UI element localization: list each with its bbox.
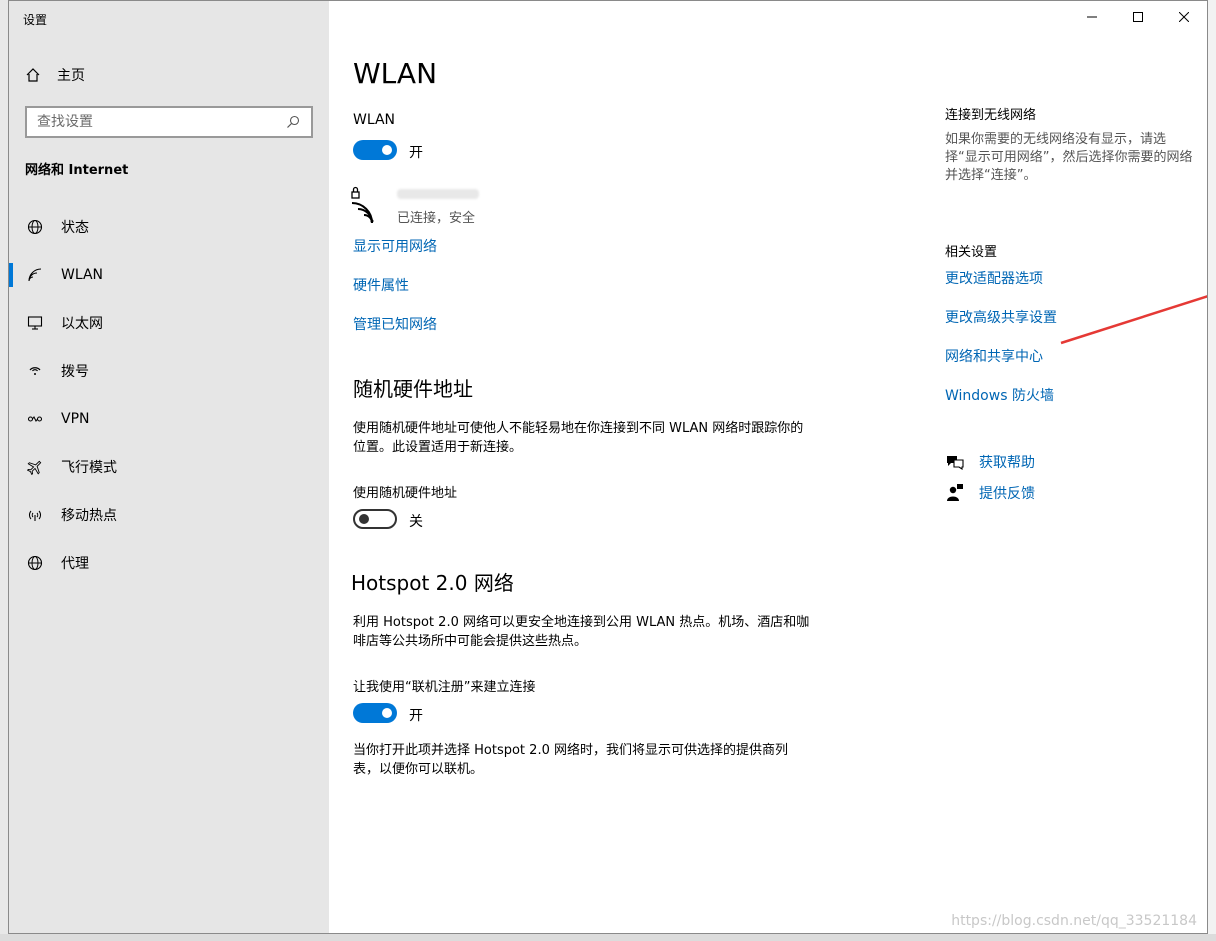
sidebar-item-label: 移动热点 bbox=[61, 508, 117, 524]
sidebar-item-label: 飞行模式 bbox=[61, 460, 117, 476]
sidebar-item-airplane[interactable]: 飞行模式 bbox=[9, 443, 329, 491]
toggle-knob bbox=[382, 145, 392, 155]
wlan-toggle-label: WLAN bbox=[353, 112, 396, 128]
random-mac-toggle-state: 关 bbox=[409, 514, 423, 530]
sidebar-item-proxy[interactable]: 代理 bbox=[9, 539, 329, 587]
window-controls bbox=[1069, 1, 1207, 33]
connect-wireless-description: 如果你需要的无线网络没有显示，请选择“显示可用网络”，然后选择你需要的网络并选择… bbox=[945, 132, 1193, 183]
sidebar-item-label: 以太网 bbox=[61, 316, 103, 332]
settings-window: 设置 主页 网络和 Internet 状态 bbox=[8, 0, 1208, 934]
vpn-icon bbox=[25, 409, 45, 429]
airplane-icon bbox=[25, 457, 45, 477]
sidebar-item-label: WLAN bbox=[61, 267, 104, 283]
sidebar-nav: 状态 WLAN 以太网 拨号 VPN 飞行模式 移动热点 代理 bbox=[9, 203, 329, 587]
sidebar-item-label: VPN bbox=[61, 411, 90, 427]
random-mac-heading: 随机硬件地址 bbox=[353, 377, 473, 401]
wlan-toggle[interactable] bbox=[353, 140, 397, 160]
sidebar-item-status[interactable]: 状态 bbox=[9, 203, 329, 251]
sidebar-item-ethernet[interactable]: 以太网 bbox=[9, 299, 329, 347]
annotation-arrow bbox=[1060, 295, 1207, 345]
search-icon[interactable] bbox=[283, 112, 303, 132]
network-status: 已连接，安全 bbox=[397, 211, 476, 226]
sidebar-item-label: 状态 bbox=[61, 220, 89, 236]
maximize-button[interactable] bbox=[1115, 1, 1161, 33]
close-button[interactable] bbox=[1161, 1, 1207, 33]
change-adapter-options-link[interactable]: 更改适配器选项 bbox=[945, 268, 1043, 288]
advanced-sharing-settings-link[interactable]: 更改高级共享设置 bbox=[945, 307, 1057, 327]
hardware-properties-link[interactable]: 硬件属性 bbox=[353, 275, 409, 295]
sidebar-item-hotspot[interactable]: 移动热点 bbox=[9, 491, 329, 539]
desktop-background-left bbox=[0, 0, 8, 941]
watermark: https://blog.csdn.net/qq_33521184 bbox=[951, 913, 1197, 929]
connect-wireless-title: 连接到无线网络 bbox=[945, 108, 1037, 123]
sidebar: 设置 主页 网络和 Internet 状态 bbox=[9, 1, 329, 933]
get-help-label: 获取帮助 bbox=[979, 455, 1035, 471]
random-mac-toggle-label: 使用随机硬件地址 bbox=[353, 486, 458, 501]
dialup-icon bbox=[25, 361, 45, 381]
wlan-toggle-state: 开 bbox=[409, 145, 423, 161]
sidebar-item-label: 拨号 bbox=[61, 364, 89, 380]
search-input[interactable] bbox=[37, 114, 283, 130]
random-mac-toggle[interactable] bbox=[353, 509, 397, 529]
hotspot-note: 当你打开此项并选择 Hotspot 2.0 网络时，我们将显示可供选择的提供商列… bbox=[353, 743, 788, 777]
hotspot-icon bbox=[25, 505, 45, 525]
desktop-background-bottom bbox=[0, 934, 1216, 941]
globe-icon bbox=[25, 553, 45, 573]
globe-icon bbox=[25, 217, 45, 237]
online-signup-toggle-label: 让我使用“联机注册”来建立连接 bbox=[353, 680, 536, 695]
random-mac-description: 使用随机硬件地址可使他人不能轻易地在你连接到不同 WLAN 网络时跟踪你的位置。… bbox=[353, 421, 804, 455]
network-sharing-center-link[interactable]: 网络和共享中心 bbox=[945, 346, 1043, 366]
feedback-person-icon bbox=[945, 483, 965, 503]
give-feedback-link[interactable]: 提供反馈 bbox=[945, 483, 1035, 503]
home-nav-item[interactable]: 主页 bbox=[23, 63, 85, 87]
main-content: WLAN WLAN 开 已连接，安全 显示可用网络 硬件属性 管理已知网络 随机… bbox=[329, 1, 1207, 933]
wifi-icon bbox=[25, 265, 45, 285]
page-title: WLAN bbox=[353, 57, 438, 90]
sidebar-item-wlan[interactable]: WLAN bbox=[9, 251, 329, 299]
hotspot-description: 利用 Hotspot 2.0 网络可以更安全地连接到公用 WLAN 热点。机场、… bbox=[353, 615, 810, 649]
online-signup-toggle-state: 开 bbox=[409, 708, 423, 724]
online-signup-toggle[interactable] bbox=[353, 703, 397, 723]
manage-known-networks-link[interactable]: 管理已知网络 bbox=[353, 314, 437, 334]
home-icon bbox=[23, 65, 43, 85]
sidebar-item-dialup[interactable]: 拨号 bbox=[9, 347, 329, 395]
windows-firewall-link[interactable]: Windows 防火墙 bbox=[945, 385, 1054, 405]
network-name-redacted bbox=[397, 189, 479, 199]
minimize-button[interactable] bbox=[1069, 1, 1115, 33]
search-box[interactable] bbox=[25, 106, 313, 138]
window-title: 设置 bbox=[23, 13, 48, 27]
wifi-secure-icon bbox=[351, 186, 374, 223]
desktop-background-right bbox=[1208, 0, 1216, 941]
toggle-knob bbox=[359, 514, 369, 524]
sidebar-item-vpn[interactable]: VPN bbox=[9, 395, 329, 443]
give-feedback-label: 提供反馈 bbox=[979, 486, 1035, 502]
show-available-networks-link[interactable]: 显示可用网络 bbox=[353, 236, 437, 256]
home-label: 主页 bbox=[57, 68, 85, 84]
toggle-knob bbox=[382, 708, 392, 718]
sidebar-item-label: 代理 bbox=[61, 556, 89, 572]
get-help-link[interactable]: 获取帮助 bbox=[945, 452, 1035, 472]
help-chat-icon bbox=[945, 452, 965, 472]
ethernet-icon bbox=[25, 313, 45, 333]
related-settings-title: 相关设置 bbox=[945, 245, 998, 260]
section-heading: 网络和 Internet bbox=[25, 163, 129, 178]
hotspot-heading: Hotspot 2.0 网络 bbox=[351, 571, 514, 595]
